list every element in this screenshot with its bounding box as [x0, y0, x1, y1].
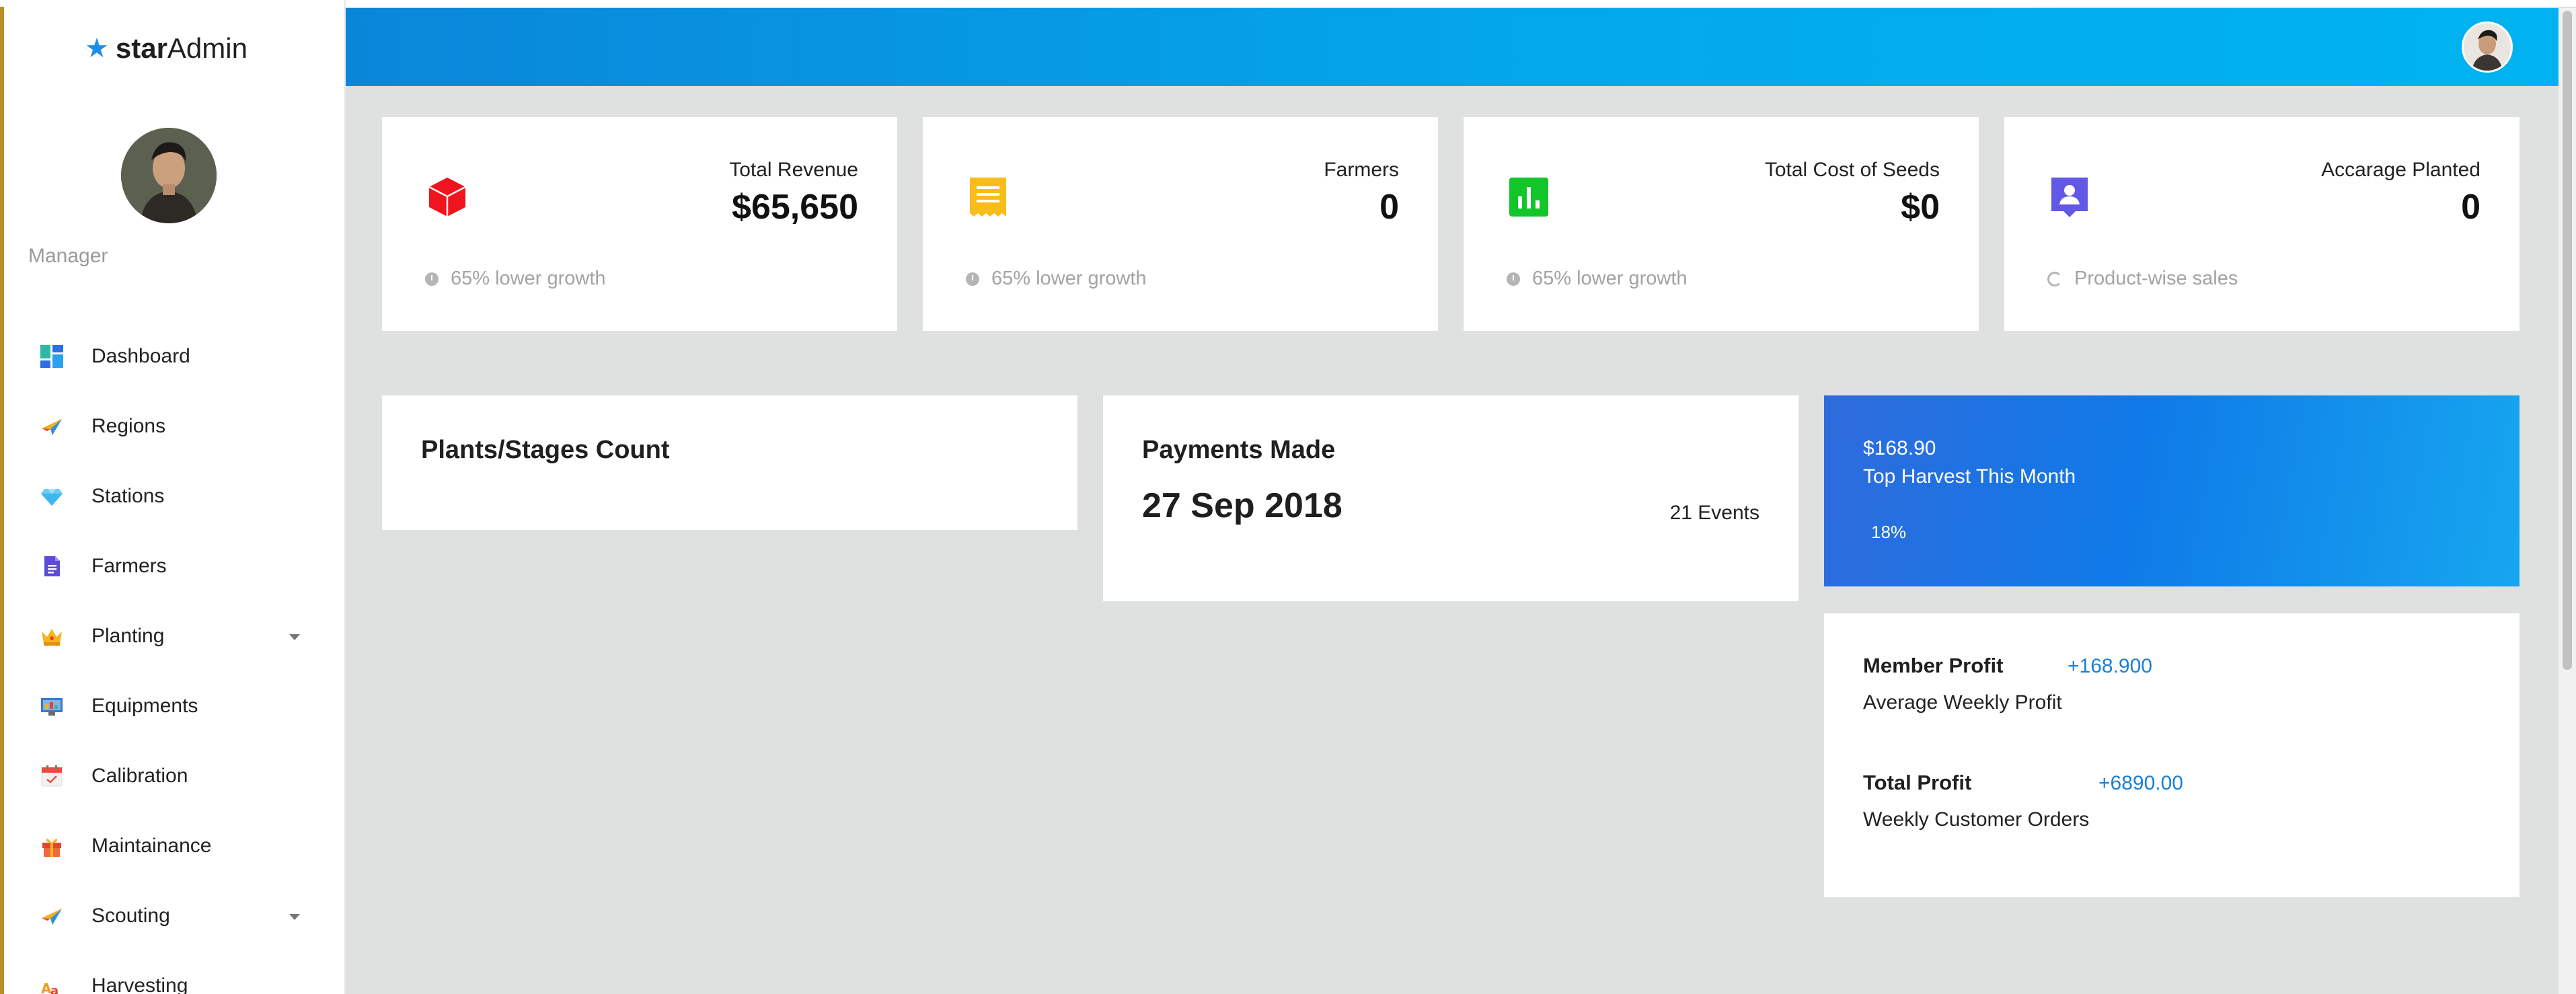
- sidebar-item-equipments[interactable]: Equipments: [4, 671, 346, 741]
- payment-date: 27 Sep 2018: [1142, 486, 1342, 525]
- stat-card-total-revenue: Total Revenue $65,650 65% lower growth: [382, 117, 897, 331]
- chevron-down-icon[interactable]: [289, 914, 300, 920]
- monitor-icon: [39, 693, 65, 719]
- stat-title: Farmers: [1324, 159, 1399, 181]
- text-icon: Aa: [39, 973, 65, 994]
- stat-title: Accarage Planted: [2321, 159, 2480, 181]
- chevron-down-icon[interactable]: [289, 634, 300, 640]
- svg-text:a: a: [50, 984, 59, 994]
- sidebar-item-label: Planting: [91, 625, 165, 647]
- member-profit-label: Member Profit: [1863, 654, 2004, 677]
- sidebar-item-regions[interactable]: Regions: [4, 391, 346, 461]
- brand-logo[interactable]: ★ starAdmin: [85, 31, 248, 66]
- diamond-icon: [39, 484, 65, 509]
- alert-circle-icon: [966, 272, 979, 286]
- sidebar-item-farmers[interactable]: Farmers: [4, 531, 346, 601]
- crown-icon: [39, 623, 65, 649]
- sidebar-item-label: Stations: [91, 485, 165, 507]
- harvest-label: Top Harvest This Month: [1863, 465, 2076, 488]
- top-harvest-card: $168.90 Top Harvest This Month 18%: [1824, 395, 2520, 586]
- card-title: Payments Made: [1142, 436, 1336, 464]
- stat-value: 0: [1379, 188, 1399, 227]
- receipt-icon: [970, 178, 1006, 217]
- stat-footer: 65% lower growth: [425, 268, 606, 290]
- account-box-icon: [2051, 178, 2088, 217]
- sidebar-item-dashboard[interactable]: Dashboard: [4, 321, 346, 391]
- brand-bold: star: [115, 32, 167, 64]
- profile-avatar[interactable]: [121, 128, 217, 223]
- calendar-icon: [39, 763, 65, 789]
- sidebar-nav: Dashboard Regions Stations Farmers Plant…: [4, 321, 346, 994]
- card-title: Plants/Stages Count: [421, 436, 670, 464]
- total-profit-value: +6890.00: [2098, 772, 2183, 794]
- sidebar-item-label: Scouting: [91, 905, 170, 927]
- stat-card-total-cost-of-seeds: Total Cost of Seeds $0 65% lower growth: [1464, 117, 1979, 331]
- stat-title: Total Cost of Seeds: [1764, 159, 1940, 181]
- harvest-percent: 18%: [1871, 522, 1907, 542]
- sidebar-item-calibration[interactable]: Calibration: [4, 741, 346, 811]
- stat-card-accarage-planted: Accarage Planted 0 Product-wise sales: [2004, 117, 2520, 331]
- stat-footer: 65% lower growth: [1507, 268, 1688, 290]
- sidebar-item-label: Farmers: [91, 555, 167, 577]
- sidebar-item-stations[interactable]: Stations: [4, 461, 346, 531]
- harvest-amount: $168.90: [1863, 437, 1936, 459]
- stat-footer-text: 65% lower growth: [1532, 268, 1688, 289]
- events-count: 21 Events: [1669, 502, 1759, 524]
- user-role: Manager: [28, 245, 108, 267]
- paper-plane-icon: [39, 903, 65, 929]
- star-icon: ★: [85, 34, 109, 63]
- stat-title: Total Revenue: [729, 159, 858, 181]
- cube-icon: [428, 178, 466, 217]
- stat-value: $65,650: [732, 188, 858, 227]
- sidebar-item-label: Dashboard: [91, 345, 190, 367]
- sidebar: ★ starAdmin Manager Dashboard Regions St…: [4, 0, 346, 994]
- total-profit-subtitle: Weekly Customer Orders: [1863, 808, 2090, 831]
- profit-card: Member Profit +168.900 Average Weekly Pr…: [1824, 613, 2520, 897]
- stat-footer: Product-wise sales: [2047, 268, 2238, 290]
- refresh-icon: [2047, 271, 2062, 286]
- dashboard-icon: [39, 344, 65, 369]
- window-frame-top: [0, 0, 2576, 7]
- plants-stages-card: Plants/Stages Count: [382, 395, 1077, 530]
- document-icon: [39, 553, 65, 579]
- total-profit-label: Total Profit: [1863, 771, 1972, 794]
- stat-footer-text: 65% lower growth: [451, 268, 606, 289]
- sidebar-item-maintainance[interactable]: Maintainance: [4, 811, 346, 881]
- top-navbar: [346, 8, 2559, 86]
- alert-circle-icon: [425, 272, 439, 286]
- page-scrollbar[interactable]: [2559, 8, 2576, 994]
- bar-chart-icon: [1509, 178, 1548, 217]
- person-photo-icon: [2464, 24, 2511, 71]
- paper-plane-icon: [39, 414, 65, 439]
- person-photo-icon: [121, 128, 217, 223]
- sidebar-item-label: Harvesting: [91, 974, 188, 994]
- stat-footer-text: Product-wise sales: [2074, 268, 2238, 289]
- sidebar-item-label: Equipments: [91, 695, 198, 717]
- scrollbar-thumb[interactable]: [2563, 11, 2572, 670]
- brand-light: Admin: [167, 32, 248, 64]
- stat-footer: 65% lower growth: [966, 268, 1147, 290]
- sidebar-item-planting[interactable]: Planting: [4, 601, 346, 671]
- sidebar-item-label: Maintainance: [91, 835, 212, 857]
- gift-icon: [39, 833, 65, 859]
- sidebar-item-label: Regions: [91, 415, 166, 437]
- sidebar-item-label: Calibration: [91, 765, 188, 787]
- sidebar-item-scouting[interactable]: Scouting: [4, 881, 346, 951]
- sidebar-item-harvesting[interactable]: Aa Harvesting: [4, 951, 346, 994]
- stat-footer-text: 65% lower growth: [991, 268, 1147, 289]
- user-avatar-button[interactable]: [2462, 22, 2513, 73]
- stat-card-farmers: Farmers 0 65% lower growth: [923, 117, 1438, 331]
- member-profit-subtitle: Average Weekly Profit: [1863, 691, 2062, 714]
- stat-value: $0: [1901, 188, 1940, 227]
- member-profit-value: +168.900: [2068, 655, 2152, 677]
- alert-circle-icon: [1507, 272, 1520, 286]
- payments-card: Payments Made 27 Sep 2018 21 Events: [1103, 395, 1798, 601]
- stat-value: 0: [2461, 188, 2480, 227]
